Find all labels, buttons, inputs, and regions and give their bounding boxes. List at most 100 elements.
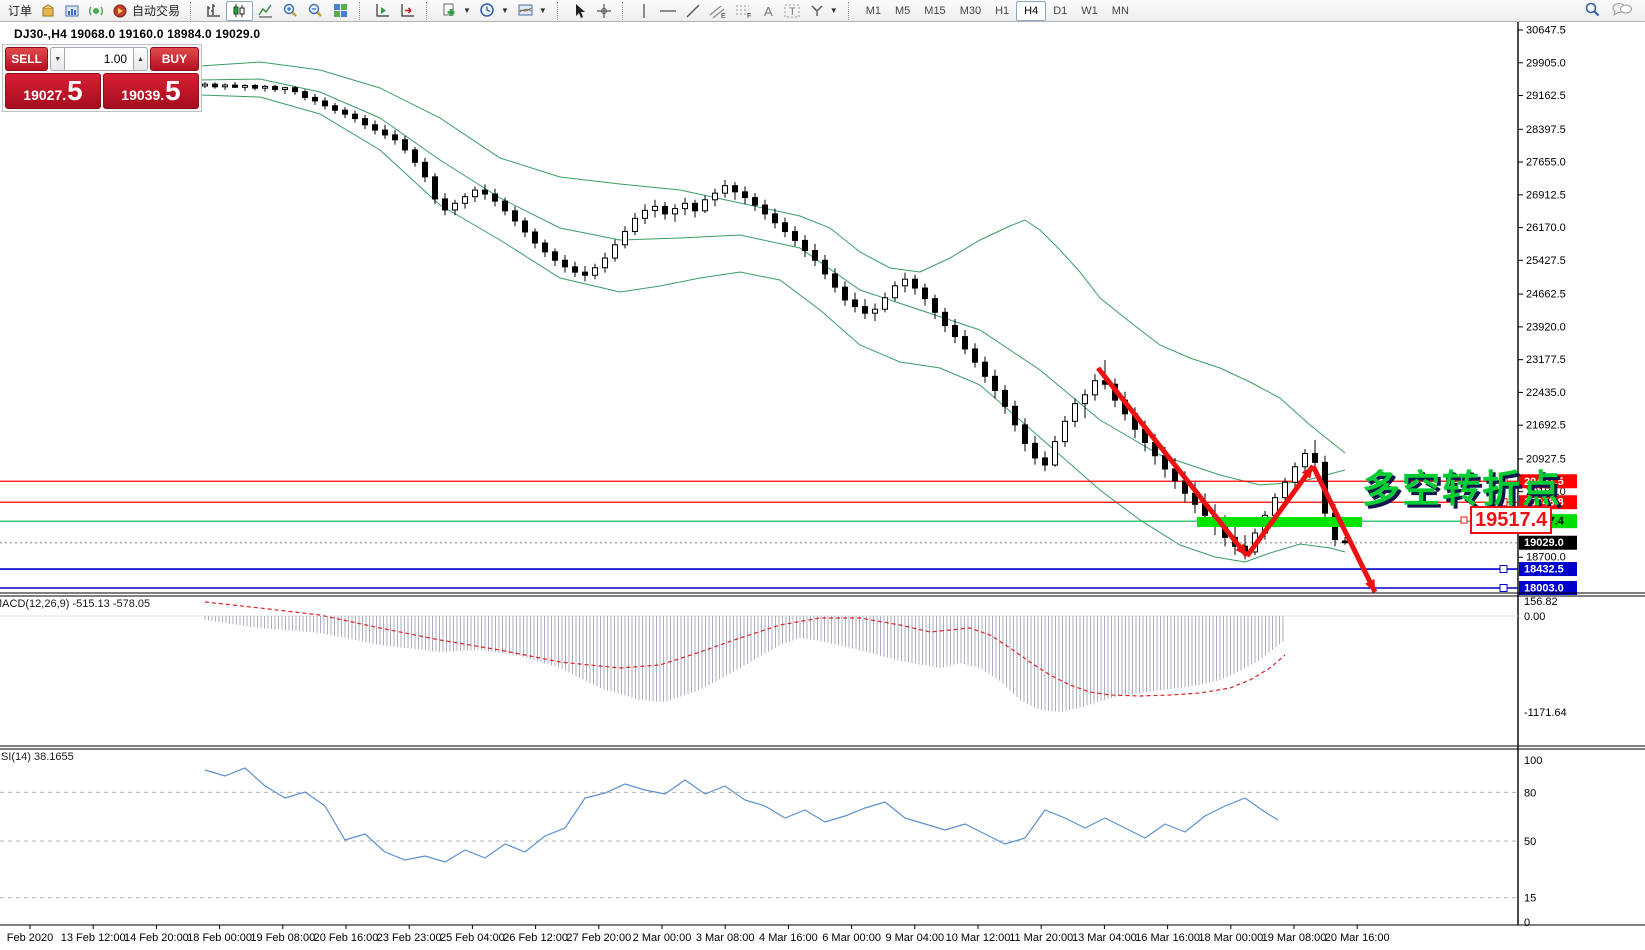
time-tick-label: 20 Mar 16:00 (1325, 932, 1390, 944)
candle-body (753, 198, 758, 206)
time-tick-label: 18 Mar 00:00 (1198, 932, 1263, 944)
timeframe-button-m30[interactable]: M30 (953, 1, 988, 21)
candle-body (633, 218, 638, 231)
candle-body (1303, 454, 1308, 467)
candle-body (463, 197, 468, 204)
volume-input[interactable] (65, 47, 133, 71)
zoom-out-icon[interactable] (303, 1, 328, 21)
candle-body (203, 84, 208, 86)
volume-increase-stepper[interactable]: ▲ (133, 47, 148, 71)
toolbar-separator (426, 2, 433, 20)
toolbar-separator (190, 2, 197, 20)
horizontal-line-tool-icon[interactable] (655, 1, 681, 21)
rsi-axis-label: 0 (1524, 917, 1530, 929)
timeframe-button-h4[interactable]: H4 (1016, 1, 1046, 21)
candle-body (1313, 454, 1318, 463)
sell-price-button[interactable]: 19027.5 (5, 73, 101, 109)
candle-body (743, 192, 748, 198)
toolbar-separator (622, 2, 629, 20)
line-chart-icon[interactable] (253, 1, 278, 21)
time-tick-label: 2 Mar 00:00 (633, 932, 692, 944)
candle-body (303, 92, 308, 98)
turning-point-annotation[interactable]: 多空转折点 (1362, 458, 1562, 513)
timeframe-button-w1[interactable]: W1 (1074, 1, 1105, 21)
time-tick-label: 11 Mar 20:00 (1009, 932, 1073, 944)
sell-button[interactable]: SELL (5, 47, 48, 71)
level-label-anchor (1461, 517, 1467, 523)
candle-body (323, 101, 328, 106)
timeframe-button-m5[interactable]: M5 (888, 1, 917, 21)
chart-shift-icon[interactable] (395, 1, 420, 21)
bar-chart-icon[interactable] (201, 1, 226, 21)
volume-decrease-stepper[interactable]: ▼ (50, 47, 65, 71)
toolbar-separator (848, 2, 855, 20)
new-chart-button[interactable]: ▼ (437, 1, 475, 21)
timeframe-button-m1[interactable]: M1 (859, 1, 888, 21)
templates-button[interactable]: ▼ (513, 1, 551, 21)
candle-body (283, 88, 288, 90)
auto-scroll-icon[interactable] (370, 1, 395, 21)
candlestick-chart-icon[interactable] (226, 1, 253, 21)
time-tick-label: 25 Feb 04:00 (440, 932, 505, 944)
one-click-trade-panel: SELL ▼ ▲ BUY 19027.5 19039.5 (2, 44, 202, 112)
candle-body (1083, 395, 1088, 404)
price-tick-label: 24662.5 (1526, 289, 1566, 301)
toolbar-separator (557, 2, 564, 20)
periods-button[interactable]: ▼ (475, 1, 513, 21)
candle-body (413, 150, 418, 162)
buy-price-button[interactable]: 19039.5 (103, 73, 199, 109)
candle-body (223, 85, 228, 87)
zoom-in-icon[interactable] (278, 1, 303, 21)
candle-body (1013, 406, 1018, 425)
chart-window-icon[interactable] (60, 1, 84, 21)
time-tick-label: 16 Mar 16:00 (1135, 932, 1200, 944)
candle-body (233, 85, 238, 87)
candle-body (453, 203, 458, 210)
timeframe-button-mn[interactable]: MN (1105, 1, 1136, 21)
chat-icon[interactable] (1611, 1, 1633, 21)
autotrading-icon (112, 3, 128, 19)
price-level-label[interactable]: 19517.4 (1470, 506, 1552, 534)
tile-windows-icon[interactable] (328, 1, 353, 21)
candle-body (563, 260, 568, 267)
package-icon[interactable] (36, 1, 60, 21)
new-order-button[interactable]: 订单 (4, 1, 36, 21)
candle-body (293, 88, 298, 92)
hline-handle (1500, 585, 1507, 592)
signal-icon[interactable] (84, 1, 108, 21)
arrows-tool-button[interactable]: ▼ (805, 1, 842, 21)
arrows-tool-icon (809, 3, 825, 19)
candle-body (213, 84, 218, 87)
candle-body (883, 298, 888, 309)
candle-body (1003, 390, 1008, 406)
timeframe-button-h1[interactable]: H1 (988, 1, 1016, 21)
text-tool-icon[interactable]: A (757, 1, 780, 21)
cursor-icon[interactable] (568, 1, 592, 21)
price-tick-label: 30647.5 (1526, 25, 1566, 37)
candle-body (943, 312, 948, 325)
crosshair-icon[interactable] (592, 1, 616, 21)
chevron-down-icon: ▼ (539, 6, 547, 15)
text-label-tool-icon[interactable]: T (780, 1, 805, 21)
time-tick-label: 14 Feb 20:00 (124, 932, 189, 944)
chevron-down-icon: ▼ (463, 6, 471, 15)
fibonacci-icon[interactable]: F (731, 1, 757, 21)
equidistant-channel-icon[interactable]: E (705, 1, 731, 21)
candle-body (433, 177, 438, 199)
vertical-line-tool-icon[interactable] (633, 1, 655, 21)
candle-body (243, 85, 248, 87)
price-main: 19027. (23, 78, 66, 112)
timeframe-button-d1[interactable]: D1 (1046, 1, 1074, 21)
search-icon[interactable] (1584, 1, 1601, 21)
rsi-axis-label: 50 (1524, 836, 1536, 848)
timeframe-button-m15[interactable]: M15 (917, 1, 952, 21)
candle-body (483, 190, 488, 194)
trendline-tool-icon[interactable] (681, 1, 705, 21)
macd-axis-label: 0.00 (1524, 611, 1545, 623)
price-badge-label: 19029.0 (1524, 537, 1564, 549)
buy-button[interactable]: BUY (150, 47, 199, 71)
autotrading-button[interactable]: 自动交易 (108, 1, 184, 21)
candle-body (803, 240, 808, 250)
candle-body (373, 125, 378, 130)
price-tick-label: 29162.5 (1526, 90, 1566, 102)
